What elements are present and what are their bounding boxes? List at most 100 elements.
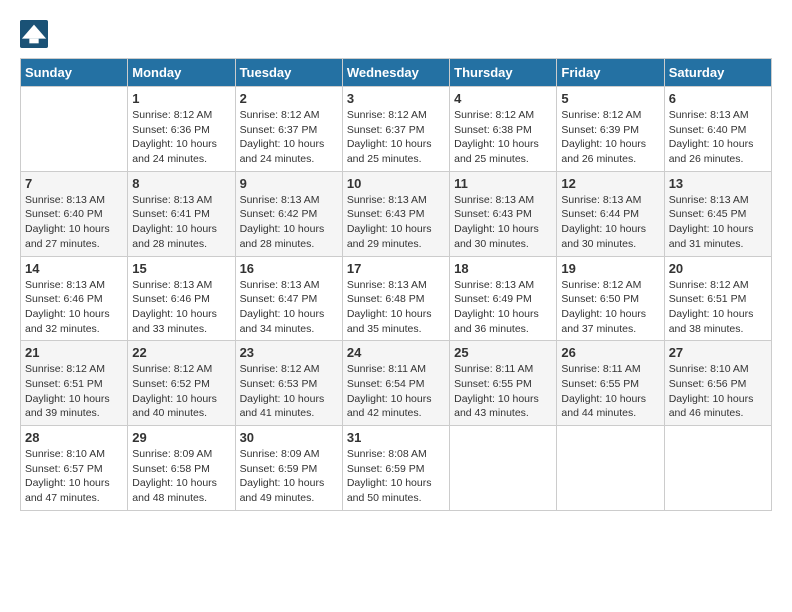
- day-info: Sunrise: 8:13 AMSunset: 6:48 PMDaylight:…: [347, 278, 445, 337]
- calendar-day-cell: 21 Sunrise: 8:12 AMSunset: 6:51 PMDaylig…: [21, 341, 128, 426]
- day-number: 20: [669, 261, 767, 276]
- calendar-day-cell: 12 Sunrise: 8:13 AMSunset: 6:44 PMDaylig…: [557, 171, 664, 256]
- weekday-header-cell: Thursday: [450, 59, 557, 87]
- day-number: 2: [240, 91, 338, 106]
- day-number: 16: [240, 261, 338, 276]
- calendar-day-cell: 5 Sunrise: 8:12 AMSunset: 6:39 PMDayligh…: [557, 87, 664, 172]
- day-number: 9: [240, 176, 338, 191]
- calendar-day-cell: 30 Sunrise: 8:09 AMSunset: 6:59 PMDaylig…: [235, 426, 342, 511]
- calendar-day-cell: 24 Sunrise: 8:11 AMSunset: 6:54 PMDaylig…: [342, 341, 449, 426]
- day-number: 6: [669, 91, 767, 106]
- day-info: Sunrise: 8:08 AMSunset: 6:59 PMDaylight:…: [347, 447, 445, 506]
- day-number: 31: [347, 430, 445, 445]
- calendar-day-cell: 17 Sunrise: 8:13 AMSunset: 6:48 PMDaylig…: [342, 256, 449, 341]
- day-info: Sunrise: 8:13 AMSunset: 6:47 PMDaylight:…: [240, 278, 338, 337]
- day-number: 11: [454, 176, 552, 191]
- calendar-day-cell: 16 Sunrise: 8:13 AMSunset: 6:47 PMDaylig…: [235, 256, 342, 341]
- day-number: 27: [669, 345, 767, 360]
- weekday-header-cell: Saturday: [664, 59, 771, 87]
- calendar-day-cell: 20 Sunrise: 8:12 AMSunset: 6:51 PMDaylig…: [664, 256, 771, 341]
- day-info: Sunrise: 8:13 AMSunset: 6:44 PMDaylight:…: [561, 193, 659, 252]
- day-info: Sunrise: 8:10 AMSunset: 6:57 PMDaylight:…: [25, 447, 123, 506]
- day-number: 30: [240, 430, 338, 445]
- calendar-day-cell: 13 Sunrise: 8:13 AMSunset: 6:45 PMDaylig…: [664, 171, 771, 256]
- day-info: Sunrise: 8:13 AMSunset: 6:49 PMDaylight:…: [454, 278, 552, 337]
- day-info: Sunrise: 8:13 AMSunset: 6:40 PMDaylight:…: [669, 108, 767, 167]
- calendar-day-cell: 25 Sunrise: 8:11 AMSunset: 6:55 PMDaylig…: [450, 341, 557, 426]
- day-number: 13: [669, 176, 767, 191]
- calendar-day-cell: 14 Sunrise: 8:13 AMSunset: 6:46 PMDaylig…: [21, 256, 128, 341]
- calendar-day-cell: 11 Sunrise: 8:13 AMSunset: 6:43 PMDaylig…: [450, 171, 557, 256]
- calendar-day-cell: [557, 426, 664, 511]
- day-info: Sunrise: 8:12 AMSunset: 6:52 PMDaylight:…: [132, 362, 230, 421]
- day-info: Sunrise: 8:11 AMSunset: 6:55 PMDaylight:…: [454, 362, 552, 421]
- day-number: 15: [132, 261, 230, 276]
- calendar-day-cell: 18 Sunrise: 8:13 AMSunset: 6:49 PMDaylig…: [450, 256, 557, 341]
- calendar-day-cell: 28 Sunrise: 8:10 AMSunset: 6:57 PMDaylig…: [21, 426, 128, 511]
- calendar-day-cell: 27 Sunrise: 8:10 AMSunset: 6:56 PMDaylig…: [664, 341, 771, 426]
- calendar-day-cell: 1 Sunrise: 8:12 AMSunset: 6:36 PMDayligh…: [128, 87, 235, 172]
- day-number: 25: [454, 345, 552, 360]
- calendar-day-cell: 15 Sunrise: 8:13 AMSunset: 6:46 PMDaylig…: [128, 256, 235, 341]
- day-info: Sunrise: 8:11 AMSunset: 6:55 PMDaylight:…: [561, 362, 659, 421]
- calendar-table: SundayMondayTuesdayWednesdayThursdayFrid…: [20, 58, 772, 511]
- day-info: Sunrise: 8:12 AMSunset: 6:36 PMDaylight:…: [132, 108, 230, 167]
- day-info: Sunrise: 8:13 AMSunset: 6:43 PMDaylight:…: [454, 193, 552, 252]
- day-number: 4: [454, 91, 552, 106]
- day-number: 1: [132, 91, 230, 106]
- day-info: Sunrise: 8:13 AMSunset: 6:43 PMDaylight:…: [347, 193, 445, 252]
- day-number: 7: [25, 176, 123, 191]
- weekday-header-cell: Sunday: [21, 59, 128, 87]
- weekday-header-cell: Wednesday: [342, 59, 449, 87]
- day-info: Sunrise: 8:10 AMSunset: 6:56 PMDaylight:…: [669, 362, 767, 421]
- day-info: Sunrise: 8:09 AMSunset: 6:58 PMDaylight:…: [132, 447, 230, 506]
- calendar-day-cell: 29 Sunrise: 8:09 AMSunset: 6:58 PMDaylig…: [128, 426, 235, 511]
- day-number: 8: [132, 176, 230, 191]
- day-info: Sunrise: 8:12 AMSunset: 6:53 PMDaylight:…: [240, 362, 338, 421]
- calendar-header: SundayMondayTuesdayWednesdayThursdayFrid…: [21, 59, 772, 87]
- day-info: Sunrise: 8:12 AMSunset: 6:51 PMDaylight:…: [25, 362, 123, 421]
- day-info: Sunrise: 8:13 AMSunset: 6:46 PMDaylight:…: [25, 278, 123, 337]
- day-number: 3: [347, 91, 445, 106]
- day-number: 24: [347, 345, 445, 360]
- calendar-day-cell: 8 Sunrise: 8:13 AMSunset: 6:41 PMDayligh…: [128, 171, 235, 256]
- calendar-week-row: 21 Sunrise: 8:12 AMSunset: 6:51 PMDaylig…: [21, 341, 772, 426]
- day-number: 14: [25, 261, 123, 276]
- calendar-day-cell: 10 Sunrise: 8:13 AMSunset: 6:43 PMDaylig…: [342, 171, 449, 256]
- calendar-day-cell: 7 Sunrise: 8:13 AMSunset: 6:40 PMDayligh…: [21, 171, 128, 256]
- calendar-day-cell: [664, 426, 771, 511]
- calendar-day-cell: 26 Sunrise: 8:11 AMSunset: 6:55 PMDaylig…: [557, 341, 664, 426]
- calendar-week-row: 7 Sunrise: 8:13 AMSunset: 6:40 PMDayligh…: [21, 171, 772, 256]
- day-number: 5: [561, 91, 659, 106]
- day-number: 10: [347, 176, 445, 191]
- day-number: 17: [347, 261, 445, 276]
- day-info: Sunrise: 8:12 AMSunset: 6:38 PMDaylight:…: [454, 108, 552, 167]
- weekday-header-cell: Friday: [557, 59, 664, 87]
- calendar-day-cell: 22 Sunrise: 8:12 AMSunset: 6:52 PMDaylig…: [128, 341, 235, 426]
- calendar-week-row: 28 Sunrise: 8:10 AMSunset: 6:57 PMDaylig…: [21, 426, 772, 511]
- day-number: 18: [454, 261, 552, 276]
- logo-icon: [20, 20, 48, 48]
- calendar-day-cell: 23 Sunrise: 8:12 AMSunset: 6:53 PMDaylig…: [235, 341, 342, 426]
- day-info: Sunrise: 8:11 AMSunset: 6:54 PMDaylight:…: [347, 362, 445, 421]
- day-info: Sunrise: 8:13 AMSunset: 6:46 PMDaylight:…: [132, 278, 230, 337]
- day-number: 26: [561, 345, 659, 360]
- day-info: Sunrise: 8:13 AMSunset: 6:45 PMDaylight:…: [669, 193, 767, 252]
- calendar-day-cell: 31 Sunrise: 8:08 AMSunset: 6:59 PMDaylig…: [342, 426, 449, 511]
- day-info: Sunrise: 8:12 AMSunset: 6:50 PMDaylight:…: [561, 278, 659, 337]
- day-info: Sunrise: 8:12 AMSunset: 6:37 PMDaylight:…: [347, 108, 445, 167]
- calendar-day-cell: 19 Sunrise: 8:12 AMSunset: 6:50 PMDaylig…: [557, 256, 664, 341]
- day-number: 12: [561, 176, 659, 191]
- weekday-header-cell: Tuesday: [235, 59, 342, 87]
- day-info: Sunrise: 8:09 AMSunset: 6:59 PMDaylight:…: [240, 447, 338, 506]
- weekday-header-row: SundayMondayTuesdayWednesdayThursdayFrid…: [21, 59, 772, 87]
- calendar-day-cell: 3 Sunrise: 8:12 AMSunset: 6:37 PMDayligh…: [342, 87, 449, 172]
- weekday-header-cell: Monday: [128, 59, 235, 87]
- day-number: 28: [25, 430, 123, 445]
- day-info: Sunrise: 8:13 AMSunset: 6:40 PMDaylight:…: [25, 193, 123, 252]
- day-number: 22: [132, 345, 230, 360]
- calendar-day-cell: 6 Sunrise: 8:13 AMSunset: 6:40 PMDayligh…: [664, 87, 771, 172]
- day-info: Sunrise: 8:12 AMSunset: 6:37 PMDaylight:…: [240, 108, 338, 167]
- calendar-day-cell: 4 Sunrise: 8:12 AMSunset: 6:38 PMDayligh…: [450, 87, 557, 172]
- calendar-body: 1 Sunrise: 8:12 AMSunset: 6:36 PMDayligh…: [21, 87, 772, 511]
